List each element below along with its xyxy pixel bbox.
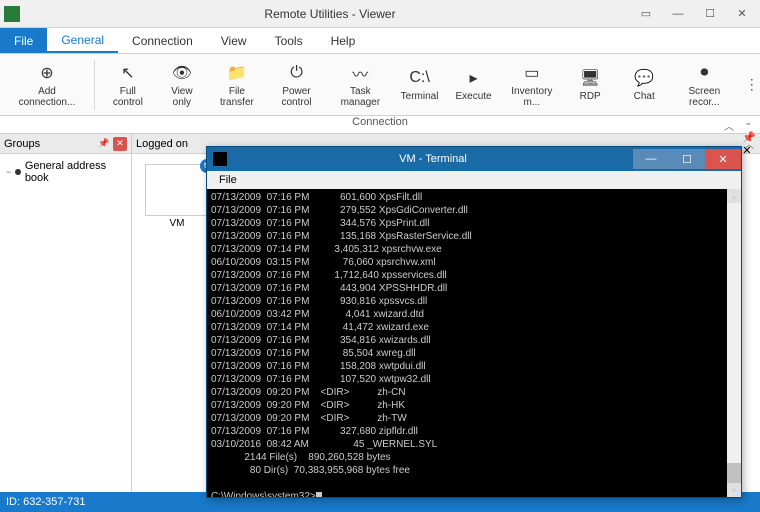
tab-general[interactable]: General	[47, 28, 118, 53]
terminal-cursor	[316, 492, 322, 497]
tree-collapse-icon[interactable]: −	[6, 167, 11, 177]
folder-icon: 📁	[226, 62, 248, 84]
scroll-up-icon[interactable]: ▴	[727, 189, 741, 203]
activity-icon: 〰	[349, 62, 371, 84]
terminal-output[interactable]: 07/13/2009 07:16 PM 601,600 XpsFilt.dll …	[207, 189, 741, 497]
ribbon-more-icon[interactable]: ⋮	[744, 76, 760, 93]
ribbon-task-manager[interactable]: 〰Task manager	[328, 60, 392, 110]
thumbnail-label: VM	[170, 218, 185, 229]
record-icon: ⏺	[693, 62, 715, 84]
ribbon-power-control[interactable]: ⏻Power control	[265, 60, 328, 110]
ribbon-section-label: Connection	[352, 116, 408, 128]
inventory-icon: ▭	[521, 62, 543, 84]
status-id: ID: 632-357-731	[6, 496, 86, 508]
close-panel-icon[interactable]: ✕	[113, 137, 127, 151]
scrollbar-thumb[interactable]	[727, 463, 741, 483]
logged-on-header: Logged on	[136, 138, 188, 150]
plus-circle-icon: ⊕	[36, 62, 58, 84]
file-menu[interactable]: File	[0, 28, 47, 53]
tab-tools[interactable]: Tools	[261, 28, 317, 53]
tab-view[interactable]: View	[207, 28, 261, 53]
groups-header: Groups	[4, 138, 40, 150]
ribbon-full-control[interactable]: ↖Full control	[101, 60, 155, 110]
collapse-up-icon[interactable]: ︿	[744, 136, 754, 151]
minimize-button[interactable]: —	[664, 4, 692, 24]
ribbon-file-transfer[interactable]: 📁File transfer	[209, 60, 265, 110]
ribbon-expand-icon[interactable]: ⌄	[744, 117, 752, 128]
terminal-file-menu[interactable]: File	[213, 174, 243, 186]
scroll-down-icon[interactable]: ▾	[727, 483, 741, 497]
app-icon	[4, 6, 20, 22]
play-icon: ▸	[463, 67, 485, 89]
terminal-window[interactable]: VM - Terminal — ☐ ✕ File 07/13/2009 07:1…	[206, 146, 742, 498]
cursor-icon: ↖	[117, 62, 139, 84]
terminal-maximize-button[interactable]: ☐	[669, 149, 705, 169]
ribbon-rdp[interactable]: 🖥RDP	[563, 65, 617, 104]
terminal-scrollbar[interactable]: ▴▾	[727, 189, 741, 497]
add-connection-button[interactable]: ⊕ Add connection...	[6, 60, 88, 110]
rdp-icon: 🖥	[579, 67, 601, 89]
tab-help[interactable]: Help	[317, 28, 370, 53]
ribbon-toggle-icon[interactable]: ▭	[632, 4, 660, 24]
close-button[interactable]: ✕	[728, 4, 756, 24]
ribbon-chat[interactable]: 💬Chat	[617, 65, 671, 104]
tab-connection[interactable]: Connection	[118, 28, 207, 53]
connection-thumbnail[interactable]: ↻ VM	[142, 164, 212, 229]
tree-item-address-book[interactable]: − General address book	[4, 158, 127, 186]
power-icon: ⏻	[286, 62, 308, 84]
collapse-up-icon[interactable]: ︿	[724, 118, 734, 133]
terminal-close-button[interactable]: ✕	[705, 149, 741, 169]
terminal-minimize-button[interactable]: —	[633, 149, 669, 169]
window-title: Remote Utilities - Viewer	[28, 7, 632, 21]
thumbnail-frame: ↻	[145, 164, 209, 216]
ribbon-terminal[interactable]: C:\Terminal	[393, 65, 447, 104]
terminal-icon	[213, 152, 227, 166]
ribbon-view-only[interactable]: 👁View only	[155, 60, 209, 110]
ribbon-screen-recor-[interactable]: ⏺Screen recor...	[671, 60, 737, 110]
ribbon-execute[interactable]: ▸Execute	[447, 65, 501, 104]
pin-icon[interactable]: 📌	[97, 137, 111, 151]
maximize-button[interactable]: ☐	[696, 4, 724, 24]
eye-icon: 👁	[171, 62, 193, 84]
terminal-title: VM - Terminal	[233, 153, 633, 165]
chat-icon: 💬	[633, 67, 655, 89]
status-dot-icon	[15, 169, 21, 175]
terminal-icon: C:\	[409, 67, 431, 89]
ribbon-inventory-m-[interactable]: ▭Inventory m...	[501, 60, 564, 110]
